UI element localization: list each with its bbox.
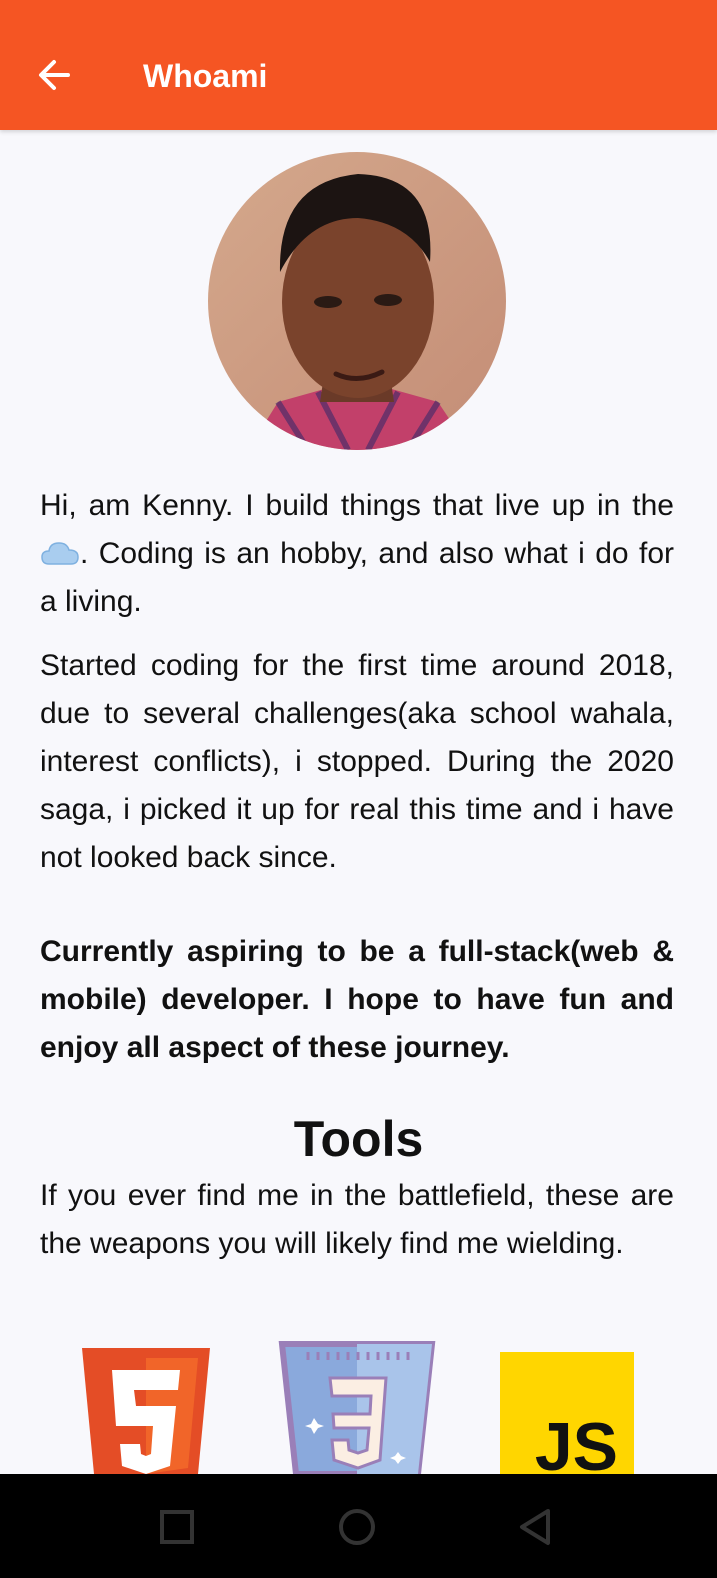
css3-icon [278, 1340, 436, 1477]
intro-text: Hi, am Kenny. I build things that live u… [40, 482, 674, 626]
back-icon [520, 1509, 550, 1545]
tools-heading: Tools [293, 1111, 424, 1167]
home-button[interactable] [332, 1502, 382, 1552]
javascript-icon-label: JS [535, 1409, 618, 1474]
back-button[interactable] [30, 50, 80, 100]
system-nav-bar [0, 1474, 717, 1578]
tools-description: If you ever find me in the battlefield, … [40, 1179, 674, 1260]
nav-back-button[interactable] [510, 1502, 560, 1552]
intro-text-part1: Hi, am Kenny. I build things that live u… [40, 489, 674, 522]
page-title: Whoami [143, 58, 268, 94]
recents-button[interactable] [152, 1502, 202, 1552]
home-icon [339, 1509, 375, 1545]
javascript-icon: JS [500, 1352, 634, 1485]
aspiration-text: Currently aspiring to be a full-stack(we… [40, 935, 674, 1064]
avatar [208, 152, 506, 450]
cloud-icon [41, 542, 79, 565]
story-text: Started coding for the first time around… [40, 649, 674, 874]
intro-text-part2: . Coding is an hobby, and also what i do… [40, 537, 674, 618]
html5-icon [82, 1348, 210, 1474]
app-bar: Whoami [0, 0, 717, 130]
recents-icon [160, 1510, 194, 1544]
arrow-left-icon [39, 60, 70, 90]
